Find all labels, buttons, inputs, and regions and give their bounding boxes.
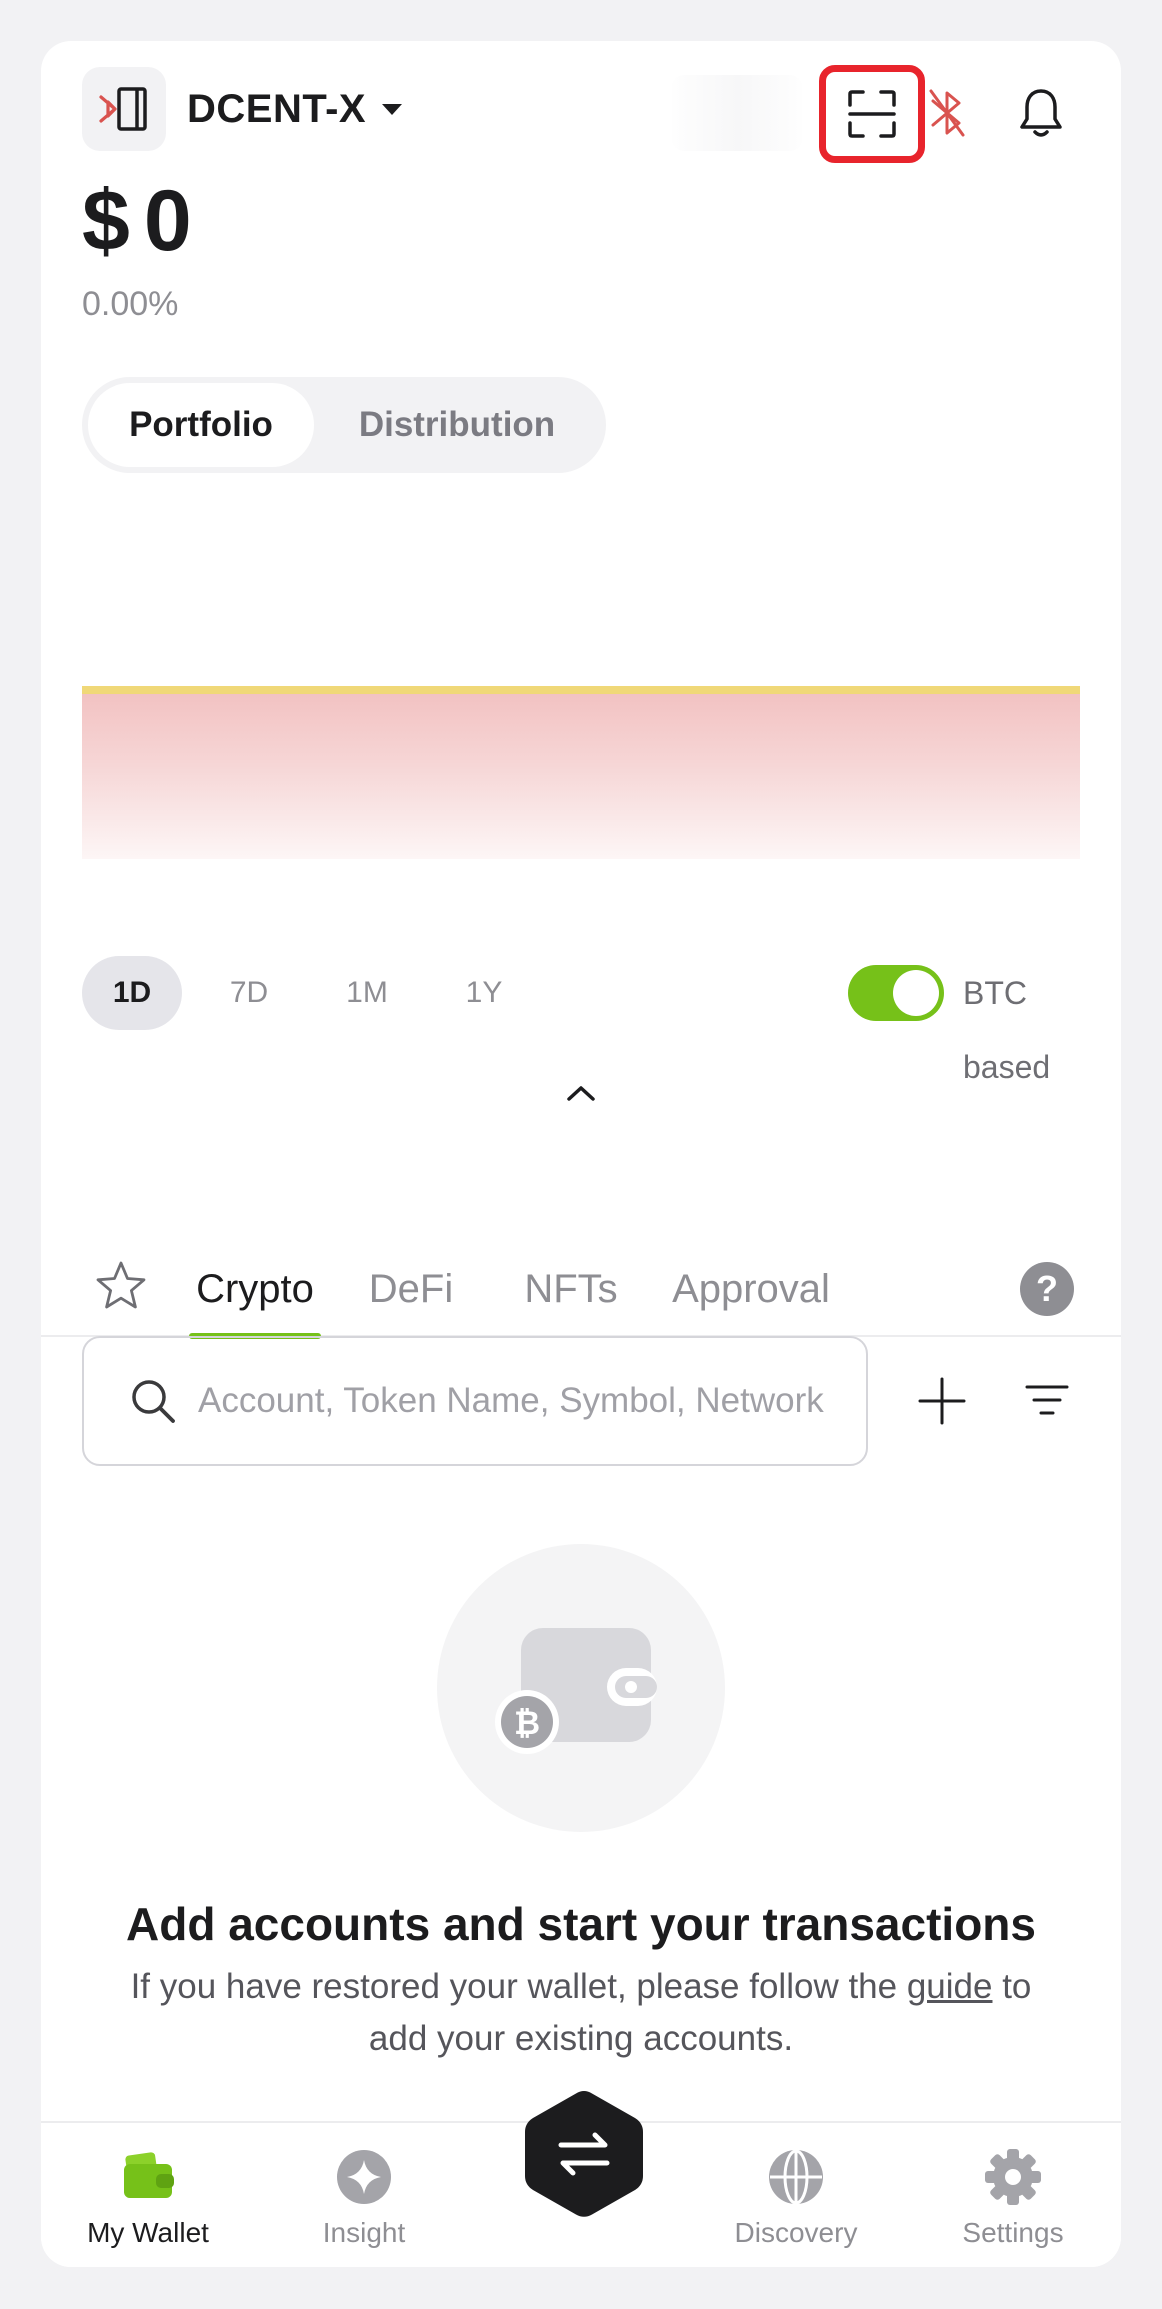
period-7d[interactable]: 7D (199, 956, 299, 1030)
nav-label: My Wallet (87, 2217, 209, 2248)
chevron-up-icon (567, 1086, 595, 1101)
tab-distribution[interactable]: Distribution (314, 383, 600, 467)
gear-icon (983, 2147, 1043, 2207)
loading-placeholder (672, 75, 802, 151)
help-button[interactable]: ? (1020, 1262, 1074, 1316)
add-account-button[interactable] (907, 1366, 977, 1436)
search-icon (132, 1380, 175, 1423)
guide-link[interactable]: guide (907, 1967, 993, 2006)
period-1y[interactable]: 1Y (434, 956, 534, 1030)
empty-state-description: If you have restored your wallet, please… (101, 1961, 1061, 2065)
scan-button[interactable] (819, 65, 925, 163)
period-1d[interactable]: 1D (82, 956, 182, 1030)
sparkle-icon (334, 2147, 394, 2207)
asset-tabs: Crypto DeFi NFTs Approval ? (41, 1241, 1121, 1339)
svg-text:₿: ₿ (514, 1704, 540, 1742)
nav-settings[interactable]: Settings (923, 2123, 1103, 2267)
period-1m[interactable]: 1M (317, 956, 417, 1030)
caret-down-icon (382, 103, 403, 115)
tab-nfts[interactable]: NFTs (521, 1241, 621, 1337)
wallet-bitcoin-icon: ₿ (495, 1628, 657, 1754)
plus-icon (918, 1377, 966, 1425)
empty-desc-text: If you have restored your wallet, please… (130, 1967, 907, 2006)
wallet-selector[interactable]: DCENT-X (187, 81, 403, 137)
star-icon[interactable] (94, 1259, 148, 1313)
balance-change: 0.00% (82, 285, 179, 323)
swap-arrows-icon (525, 2091, 643, 2217)
nav-my-wallet[interactable]: My Wallet (58, 2123, 238, 2267)
collapse-chart-button[interactable] (560, 1077, 602, 1109)
filter-button[interactable] (1012, 1366, 1082, 1436)
portfolio-chart-line (82, 686, 1080, 694)
empty-state-title: Add accounts and start your transactions (126, 1898, 1036, 1950)
bluetooth-button[interactable] (917, 81, 977, 145)
portfolio-chart-fill (82, 689, 1080, 859)
nav-label: Insight (322, 2217, 406, 2248)
period-selector: 1D 7D 1M 1Y BTC based (82, 956, 1080, 1085)
nav-discovery[interactable]: Discovery (706, 2123, 886, 2267)
tab-defi[interactable]: DeFi (367, 1241, 455, 1337)
btc-based-toggle[interactable] (848, 965, 944, 1021)
notification-button[interactable] (999, 77, 1083, 149)
nav-insight[interactable]: Insight (274, 2123, 454, 2267)
main-card: DCENT-X $ 0 0.00% Portfolio Distribution… (41, 41, 1121, 2267)
wallet-icon (118, 2147, 178, 2207)
hardware-wallet-bluetooth-icon (99, 87, 147, 131)
globe-icon (766, 2147, 826, 2207)
filter-icon (1025, 1385, 1069, 1415)
search-field[interactable] (82, 1336, 868, 1466)
empty-wallet-illustration: ₿ (437, 1544, 725, 1832)
nav-label: Settings (962, 2217, 1064, 2248)
btc-based-label: BTC based (963, 975, 1051, 1085)
view-segmented-control: Portfolio Distribution (82, 377, 606, 473)
tab-crypto[interactable]: Crypto (189, 1241, 321, 1339)
currency-symbol: $ (82, 173, 130, 269)
device-icon[interactable] (82, 67, 166, 151)
toggle-knob (893, 970, 939, 1016)
total-balance: $ 0 (82, 171, 192, 271)
balance-amount: 0 (143, 173, 192, 269)
tab-approval[interactable]: Approval (666, 1241, 836, 1337)
search-input[interactable] (198, 1381, 824, 1421)
scan-qr-icon (848, 90, 896, 138)
bell-icon (1020, 89, 1062, 137)
nav-label: Discovery (734, 2217, 858, 2248)
swap-button[interactable] (521, 2087, 647, 2221)
tab-portfolio[interactable]: Portfolio (88, 383, 314, 467)
wallet-name: DCENT-X (187, 87, 367, 131)
bluetooth-disconnected-icon (929, 89, 965, 137)
